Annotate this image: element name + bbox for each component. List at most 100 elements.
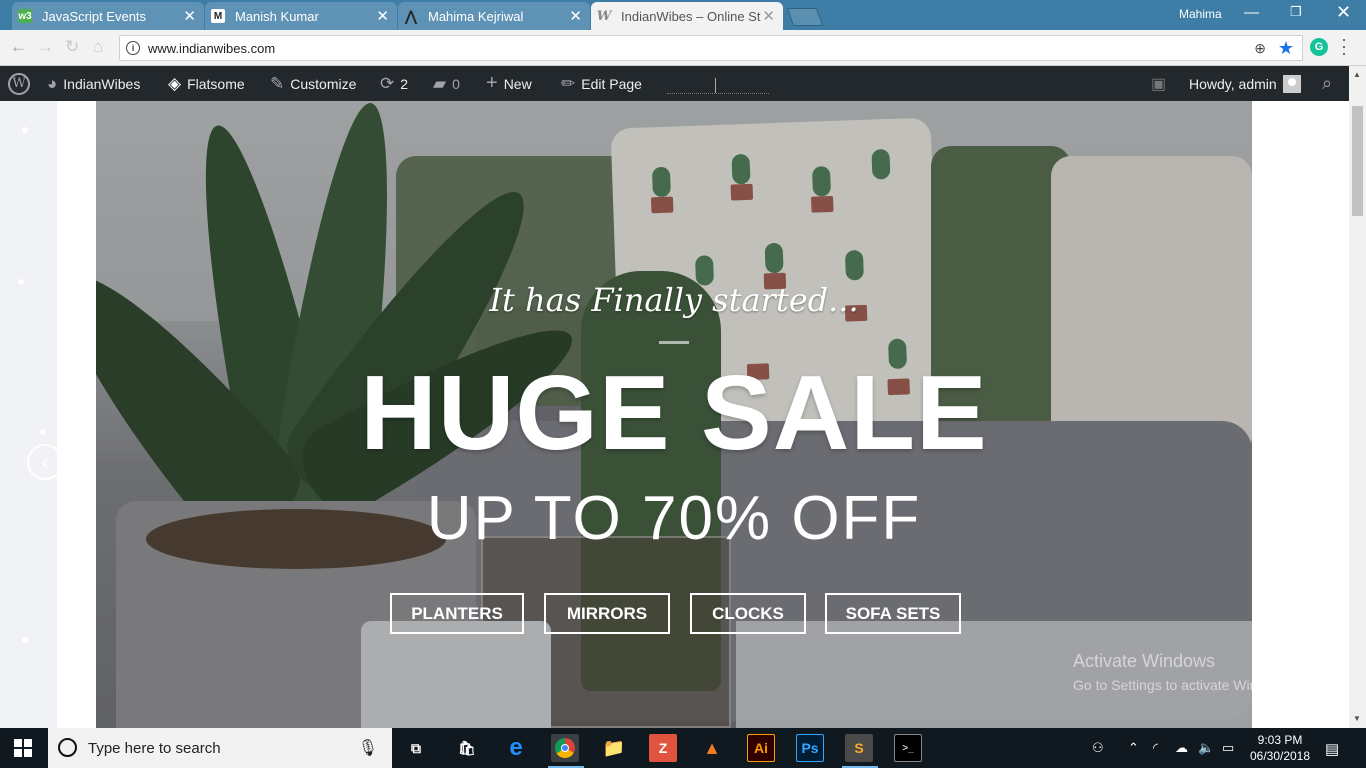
snow-dot [22, 127, 28, 133]
address-bar[interactable]: i www.indianwibes.com ⊕ ★ [119, 35, 1303, 61]
tab-label: JavaScript Events [42, 8, 147, 24]
avatar [1282, 74, 1301, 93]
scroll-up-icon[interactable]: ▲ [1353, 70, 1361, 79]
photoshop-icon[interactable]: Ps [796, 734, 824, 762]
paintbrush-icon: ✎ [270, 73, 285, 93]
tab-indianwibes[interactable]: W IndianWibes – Online Sto ✕ [591, 2, 783, 30]
howdy-label: Howdy, admin [1189, 75, 1277, 92]
onedrive-icon[interactable]: ☁ [1175, 740, 1188, 756]
comment-icon: ▰ [433, 73, 447, 93]
minimize-icon[interactable]: — [1244, 4, 1259, 21]
clock-time: 9:03 PM [1257, 733, 1303, 747]
mirrors-button[interactable]: MIRRORS [544, 593, 670, 634]
plus-icon: + [486, 72, 498, 94]
terminal-icon[interactable]: >_ [894, 734, 922, 762]
comments-count: 0 [452, 75, 460, 92]
scroll-down-icon[interactable]: ▼ [1353, 714, 1361, 723]
home-icon[interactable]: ⌂ [93, 37, 103, 57]
wp-flatsome-menu[interactable]: ◈ Flatsome [168, 66, 245, 101]
wp-new-content[interactable]: + New [486, 66, 532, 101]
customize-label: Customize [290, 75, 357, 92]
close-icon[interactable]: ✕ [376, 7, 389, 25]
hero-headline: HUGE SALE [360, 354, 988, 472]
matlab-icon[interactable]: ▲ [698, 734, 726, 762]
snow-dot [22, 637, 28, 643]
battery-icon[interactable]: ▭ [1222, 740, 1234, 756]
planters-button[interactable]: PLANTERS [390, 593, 524, 634]
wp-edit-page[interactable]: ✏ Edit Page [561, 66, 642, 101]
window-user-name[interactable]: Mahima [1179, 7, 1222, 21]
wifi-icon[interactable]: ◜ [1153, 740, 1158, 756]
zoom-icon[interactable]: ⊕ [1254, 40, 1266, 57]
back-icon[interactable]: ← [10, 37, 27, 57]
site-name-label: IndianWibes [63, 75, 141, 92]
w3schools-icon: w3 [18, 9, 32, 23]
wp-admin-bar: W ◕ IndianWibes ◈ Flatsome ✎ Customize ⟳… [0, 66, 1349, 101]
scroll-thumb[interactable] [1352, 106, 1363, 216]
search-icon: ⌕ [1322, 73, 1333, 93]
close-icon[interactable]: ✕ [762, 7, 775, 25]
taskbar-clock[interactable]: 9:03 PM 06/30/2018 [1248, 732, 1312, 764]
forward-icon[interactable]: → [37, 37, 54, 57]
wp-my-account[interactable]: Howdy, admin [1189, 66, 1301, 101]
wp-updates[interactable]: ⟳ 2 [380, 66, 408, 101]
tab-mahima-kejriwal[interactable]: ⋀ Mahima Kejriwal ✕ [398, 2, 590, 30]
hero-divider [659, 341, 689, 344]
people-icon[interactable]: ⚇ [1092, 740, 1104, 756]
wp-customize[interactable]: ✎ Customize [270, 66, 356, 101]
illustrator-icon[interactable]: Ai [747, 734, 775, 762]
bookmark-star-icon[interactable]: ★ [1278, 38, 1294, 59]
medium-icon: M [211, 9, 225, 23]
tab-label: Manish Kumar [235, 8, 319, 24]
chrome-icon[interactable] [551, 734, 579, 762]
task-view-icon[interactable]: ⧉ [402, 734, 430, 762]
info-icon[interactable]: i [126, 41, 140, 55]
edit-page-label: Edit Page [581, 75, 642, 92]
volume-icon[interactable]: 🔈 [1198, 740, 1214, 756]
wp-comments[interactable]: ▰ 0 [433, 66, 460, 101]
browser-toolbar: ← → ↻ ⌂ i www.indianwibes.com ⊕ ★ [0, 30, 1366, 66]
wordpress-icon: W [8, 72, 30, 95]
hero-slider: It has Finally started... HUGE SALE UP T… [96, 101, 1252, 728]
wordpress-site-icon: W [596, 8, 612, 24]
updates-count: 2 [400, 75, 409, 92]
grammarly-extension-icon[interactable]: G [1310, 38, 1328, 56]
microphone-icon[interactable]: 🎙 [358, 738, 378, 758]
slider-prev-button[interactable]: ‹ [27, 444, 63, 480]
chrome-menu-icon[interactable]: · · · [1341, 30, 1347, 62]
dashboard-icon: ◕ [47, 73, 58, 93]
windows-start-icon[interactable] [14, 739, 32, 757]
tray-expand-icon[interactable]: ⌃ [1128, 740, 1139, 756]
wp-notifications[interactable]: ▣ [1151, 66, 1166, 101]
new-tab-button[interactable] [786, 8, 824, 26]
clocks-button[interactable]: CLOCKS [690, 593, 806, 634]
activate-windows-title: Activate Windows [1073, 651, 1216, 671]
window-close-icon[interactable]: ✕ [1336, 2, 1351, 23]
browser-tab-bar: w3 JavaScript Events ✕ M Manish Kumar ✕ … [0, 0, 1366, 30]
wp-site-name[interactable]: ◕ IndianWibes [47, 66, 140, 101]
close-icon[interactable]: ✕ [569, 7, 582, 25]
sublime-text-icon[interactable]: S [845, 734, 873, 762]
edge-icon[interactable]: e [502, 734, 530, 762]
file-explorer-icon[interactable]: 📁 [600, 734, 628, 762]
tab-javascript-events[interactable]: w3 JavaScript Events ✕ [12, 2, 204, 30]
tab-label: Mahima Kejriwal [428, 8, 524, 24]
wp-logo-menu[interactable]: W [8, 66, 30, 101]
sofa-sets-button[interactable]: SOFA SETS [825, 593, 961, 634]
left-margin [0, 101, 57, 728]
stats-sparkline[interactable] [667, 75, 769, 94]
taskbar-search-box[interactable]: Type here to search 🎙 [48, 728, 392, 768]
reload-icon[interactable]: ↻ [65, 37, 79, 57]
tab-manish-kumar[interactable]: M Manish Kumar ✕ [205, 2, 397, 30]
hero-kicker: It has Finally started... [489, 281, 859, 319]
activate-windows-hint: Go to Settings to activate Windows. [1073, 677, 1294, 693]
action-center-icon[interactable]: ▤ [1325, 740, 1339, 758]
app-icon[interactable]: Z [649, 734, 677, 762]
wp-search[interactable]: ⌕ [1322, 66, 1332, 101]
store-icon[interactable]: 🛍 [453, 734, 481, 762]
restore-icon[interactable]: ❐ [1290, 4, 1302, 20]
page-scrollbar[interactable]: ▲ ▼ [1349, 66, 1366, 728]
url-text[interactable]: www.indianwibes.com [148, 41, 275, 56]
hero-subheadline: UP TO 70% OFF [426, 484, 922, 553]
close-icon[interactable]: ✕ [183, 7, 196, 25]
